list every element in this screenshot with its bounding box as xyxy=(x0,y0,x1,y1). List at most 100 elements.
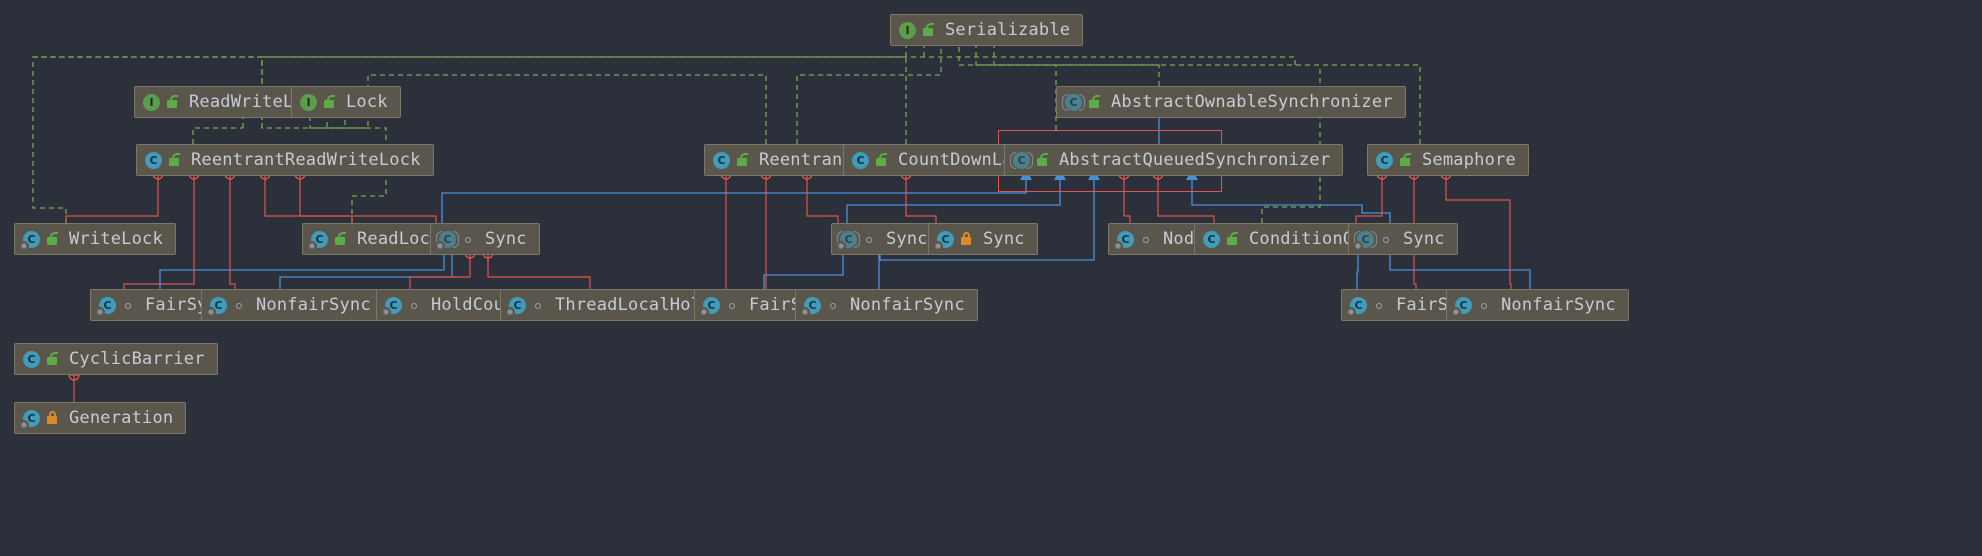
icon-glyph: C xyxy=(1376,152,1393,169)
abstract-class-icon: C xyxy=(839,230,858,249)
static-gear-icon xyxy=(1353,241,1363,251)
class-node-label: Generation xyxy=(69,410,173,427)
interface-icon: I xyxy=(299,93,318,112)
class-node-label: NonfairSync xyxy=(1501,297,1616,314)
class-node-label: AbstractQueuedSynchronizer xyxy=(1059,152,1330,169)
static-gear-icon xyxy=(435,241,445,251)
public-lock-icon xyxy=(921,22,936,39)
package-visibility-icon xyxy=(121,297,136,314)
class-node-abstractownablesynchronizer[interactable]: C AbstractOwnableSynchronizer xyxy=(1056,86,1406,118)
static-gear-icon xyxy=(1346,307,1356,317)
icon-glyph: C xyxy=(713,152,730,169)
class-node-serializable[interactable]: ISerializable xyxy=(890,14,1083,46)
class-icon: C xyxy=(702,296,721,315)
abstract-class-icon: C xyxy=(438,230,457,249)
class-icon: C xyxy=(22,350,41,369)
class-node-label: Sync xyxy=(886,231,928,248)
class-node-label: ReentrantReadWriteLock xyxy=(191,152,421,169)
abstract-class-icon: C xyxy=(1064,93,1083,112)
class-node-abstractqueuedsynchronizer[interactable]: C AbstractQueuedSynchronizer xyxy=(1004,144,1343,176)
class-icon: C xyxy=(384,296,403,315)
class-icon: C xyxy=(310,230,329,249)
public-lock-icon xyxy=(735,152,750,169)
class-node-sync_sem[interactable]: C Sync xyxy=(1348,223,1458,255)
package-visibility-icon xyxy=(862,231,877,248)
class-node-label: Lock xyxy=(346,94,388,111)
icon-glyph: C xyxy=(1203,231,1220,248)
class-icon: C xyxy=(1454,296,1473,315)
package-visibility-icon xyxy=(1477,297,1492,314)
class-node-label: Sync xyxy=(983,231,1025,248)
static-gear-icon xyxy=(836,241,846,251)
class-node-label: Serializable xyxy=(945,22,1070,39)
class-icon: C xyxy=(22,230,41,249)
class-icon: C xyxy=(936,230,955,249)
public-lock-icon xyxy=(874,152,889,169)
class-node-label: CyclicBarrier xyxy=(69,351,205,368)
public-lock-icon xyxy=(1087,94,1102,111)
class-node-sync_rl[interactable]: C Sync xyxy=(831,223,941,255)
package-visibility-icon xyxy=(531,297,546,314)
inner-class-endpoints xyxy=(69,169,1451,380)
public-lock-icon xyxy=(45,351,60,368)
private-lock-icon xyxy=(45,410,60,427)
class-node-nonfairsync_rl[interactable]: C NonfairSync xyxy=(795,289,978,321)
package-visibility-icon xyxy=(725,297,740,314)
class-node-label: NonfairSync xyxy=(850,297,965,314)
class-node-cyclicbarrier[interactable]: C CyclicBarrier xyxy=(14,343,218,375)
public-lock-icon xyxy=(167,152,182,169)
static-gear-icon xyxy=(206,307,216,317)
class-icon: C xyxy=(144,151,163,170)
static-gear-icon xyxy=(1113,241,1123,251)
class-node-lock[interactable]: I Lock xyxy=(291,86,401,118)
class-diagram-canvas[interactable]: ISerializableIReadWriteLockILockCAbstrac… xyxy=(0,0,1982,556)
public-lock-icon xyxy=(322,94,337,111)
package-visibility-icon xyxy=(232,297,247,314)
class-icon: C xyxy=(803,296,822,315)
icon-glyph: C xyxy=(145,152,162,169)
class-node-label: ReadLock xyxy=(357,231,440,248)
abstract-class-icon: C xyxy=(1356,230,1375,249)
static-gear-icon xyxy=(95,307,105,317)
package-visibility-icon xyxy=(407,297,422,314)
icon-glyph: C xyxy=(852,152,869,169)
class-node-semaphore[interactable]: CSemaphore xyxy=(1367,144,1529,176)
class-node-generation[interactable]: C Generation xyxy=(14,402,186,434)
diagram-edges-layer xyxy=(0,0,1982,556)
package-visibility-icon xyxy=(1372,297,1387,314)
class-node-label: Sync xyxy=(1403,231,1445,248)
class-icon: C xyxy=(1349,296,1368,315)
interface-icon: I xyxy=(142,93,161,112)
package-visibility-icon xyxy=(826,297,841,314)
private-lock-icon xyxy=(959,231,974,248)
class-icon: C xyxy=(209,296,228,315)
icon-glyph: I xyxy=(300,94,317,111)
class-node-reentrantreadwritelock[interactable]: C ReentrantReadWriteLock xyxy=(136,144,434,176)
static-gear-icon xyxy=(505,307,515,317)
public-lock-icon xyxy=(45,231,60,248)
class-node-label: AbstractOwnableSynchronizer xyxy=(1111,94,1393,111)
class-node-nonfairsync_sem[interactable]: C NonfairSync xyxy=(1446,289,1629,321)
package-visibility-icon xyxy=(461,231,476,248)
static-gear-icon xyxy=(307,241,317,251)
class-icon: C xyxy=(1202,230,1221,249)
class-node-writelock[interactable]: C WriteLock xyxy=(14,223,176,255)
class-icon: C xyxy=(22,409,41,428)
class-node-label: WriteLock xyxy=(69,231,163,248)
package-visibility-icon xyxy=(1139,231,1154,248)
static-gear-icon xyxy=(699,307,709,317)
public-lock-icon xyxy=(333,231,348,248)
class-node-sync_rrwl[interactable]: CSync xyxy=(430,223,540,255)
static-gear-icon xyxy=(800,307,810,317)
static-gear-icon xyxy=(1451,307,1461,317)
class-node-sync_cdl[interactable]: C Sync xyxy=(928,223,1038,255)
class-icon: C xyxy=(851,151,870,170)
class-icon: C xyxy=(712,151,731,170)
static-gear-icon xyxy=(19,420,29,430)
class-node-nonfairsync_rrwl[interactable]: CNonfairSync xyxy=(201,289,384,321)
public-lock-icon xyxy=(1225,231,1240,248)
abstract-class-icon: C xyxy=(1012,151,1031,170)
static-gear-icon xyxy=(19,241,29,251)
public-lock-icon xyxy=(1035,152,1050,169)
public-lock-icon xyxy=(1398,152,1413,169)
